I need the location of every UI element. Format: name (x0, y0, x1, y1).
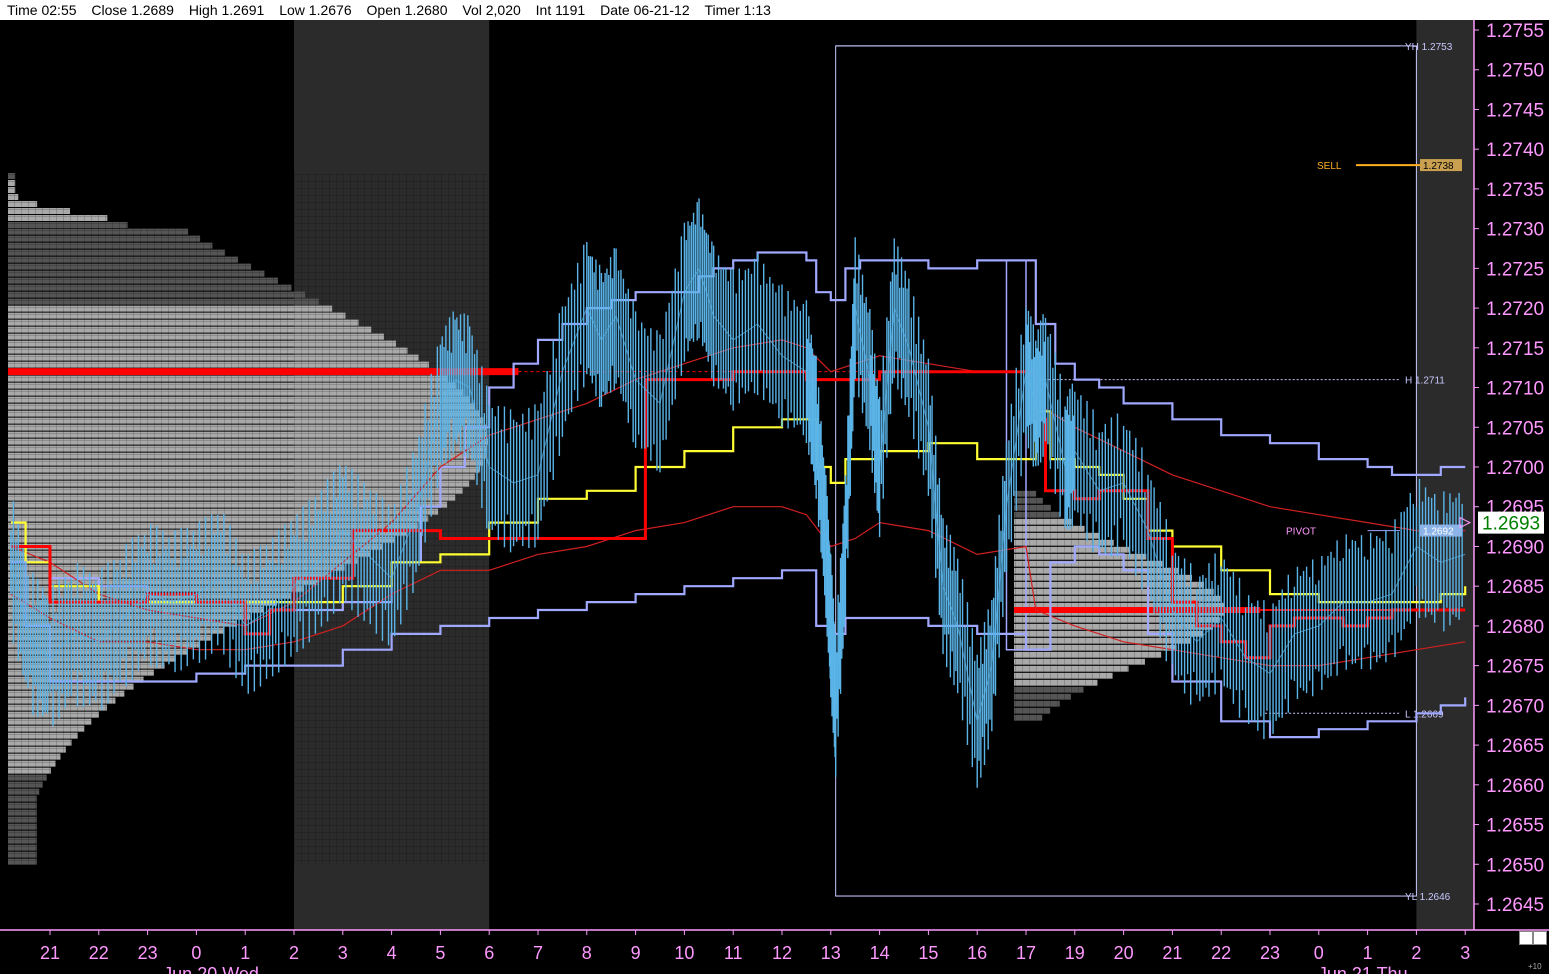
x-tick-label: 6 (484, 943, 494, 963)
y-tick-label: 1.2710 (1486, 379, 1544, 400)
date-label-0: Jun 20 Wed (163, 964, 259, 974)
y-tick-label: 1.2745 (1486, 100, 1544, 121)
x-tick-label: 21 (40, 943, 60, 963)
y-tick-label: 1.2720 (1486, 299, 1544, 320)
y-tick-label: 1.2645 (1486, 895, 1544, 916)
y-tick-label: 1.2680 (1486, 617, 1544, 638)
x-tick-label: 23 (138, 943, 158, 963)
y-tick-label: 1.2740 (1486, 140, 1544, 161)
level-label-h: H 1.2711 (1405, 376, 1445, 387)
y-tick-label: 1.2655 (1486, 816, 1544, 837)
x-tick-label: 1 (240, 943, 250, 963)
sell-tag-text: 1.2738 (1423, 161, 1454, 172)
x-tick-label: 19 (1065, 943, 1085, 963)
y-tick-label: 1.2755 (1486, 21, 1544, 42)
pivot-tag-text: 1.2692 (1423, 527, 1454, 538)
chart-corner-button-2[interactable] (1533, 931, 1547, 945)
x-tick-label: 15 (918, 943, 938, 963)
info-high: High 1.2691 (188, 2, 265, 18)
level-label-yl: YL 1.2646 (1405, 892, 1451, 903)
info-vol: Vol 2,020 (462, 2, 521, 18)
x-tick-label: 20 (1114, 943, 1134, 963)
x-tick-label: 17 (1016, 943, 1036, 963)
y-tick-label: 1.2730 (1486, 220, 1544, 241)
info-close: Close 1.2689 (91, 2, 174, 18)
x-tick-label: 22 (1211, 943, 1231, 963)
y-tick-label: 1.2700 (1486, 458, 1544, 479)
x-tick-label: 1 (1363, 943, 1373, 963)
x-tick-label: 12 (772, 943, 792, 963)
level-label-l: L 1.2669 (1405, 709, 1444, 720)
y-tick-label: 1.2685 (1486, 577, 1544, 598)
x-tick-label: 21 (1162, 943, 1182, 963)
sell-label: SELL (1317, 161, 1342, 172)
level-label-pivot: PIVOT (1286, 527, 1316, 538)
info-bar: Time 02:55 Close 1.2689 High 1.2691 Low … (0, 0, 1549, 20)
x-tick-label: 0 (1314, 943, 1324, 963)
x-tick-label: 3 (338, 943, 348, 963)
last-price-label: 1.2693 (1482, 514, 1540, 535)
y-tick-label: 1.2675 (1486, 657, 1544, 678)
y-tick-label: 1.2670 (1486, 696, 1544, 717)
x-tick-label: 9 (631, 943, 641, 963)
x-tick-label: 23 (1260, 943, 1280, 963)
price-chart[interactable]: YH 1.2753 YL 1.2646 H 1.2711 L 1.2669 PIVOT S… (0, 20, 1549, 974)
x-tick-label: 7 (533, 943, 543, 963)
x-tick-label: 5 (435, 943, 445, 963)
info-low: Low 1.2676 (279, 2, 352, 18)
y-tick-label: 1.2650 (1486, 855, 1544, 876)
x-tick-label: 4 (387, 943, 397, 963)
x-tick-label: 0 (191, 943, 201, 963)
y-tick-label: 1.2715 (1486, 339, 1544, 360)
y-tick-label: 1.2725 (1486, 259, 1544, 280)
y-tick-label: 1.2750 (1486, 61, 1544, 82)
y-tick-label: 1.2690 (1486, 537, 1544, 558)
x-tick-label: 14 (870, 943, 890, 963)
x-tick-label: 13 (821, 943, 841, 963)
x-tick-label: 22 (89, 943, 109, 963)
date-label-1: Jun 21 Thu (1318, 964, 1408, 974)
y-tick-label: 1.2660 (1486, 776, 1544, 797)
x-tick-label: 3 (1460, 943, 1470, 963)
x-tick-label: 2 (289, 943, 299, 963)
x-tick-label: 8 (582, 943, 592, 963)
y-tick-label: 1.2735 (1486, 180, 1544, 201)
chart-corner-button[interactable] (1519, 931, 1533, 945)
y-tick-label: 1.2665 (1486, 736, 1544, 757)
x-tick-label: 16 (967, 943, 987, 963)
profile-grid-overlay (8, 173, 508, 865)
y-tick-label: 1.2705 (1486, 418, 1544, 439)
x-tick-label: 10 (674, 943, 694, 963)
x-tick-label: 2 (1411, 943, 1421, 963)
info-time: Time 02:55 (7, 2, 77, 18)
info-date: Date 06-21-12 (600, 2, 690, 18)
info-timer: Timer 1:13 (704, 2, 771, 18)
zoom-label: +10 (1528, 962, 1542, 971)
level-label-yh: YH 1.2753 (1405, 42, 1453, 53)
info-open: Open 1.2680 (366, 2, 448, 18)
x-tick-label: 11 (724, 943, 743, 963)
info-int: Int 1191 (535, 2, 586, 18)
